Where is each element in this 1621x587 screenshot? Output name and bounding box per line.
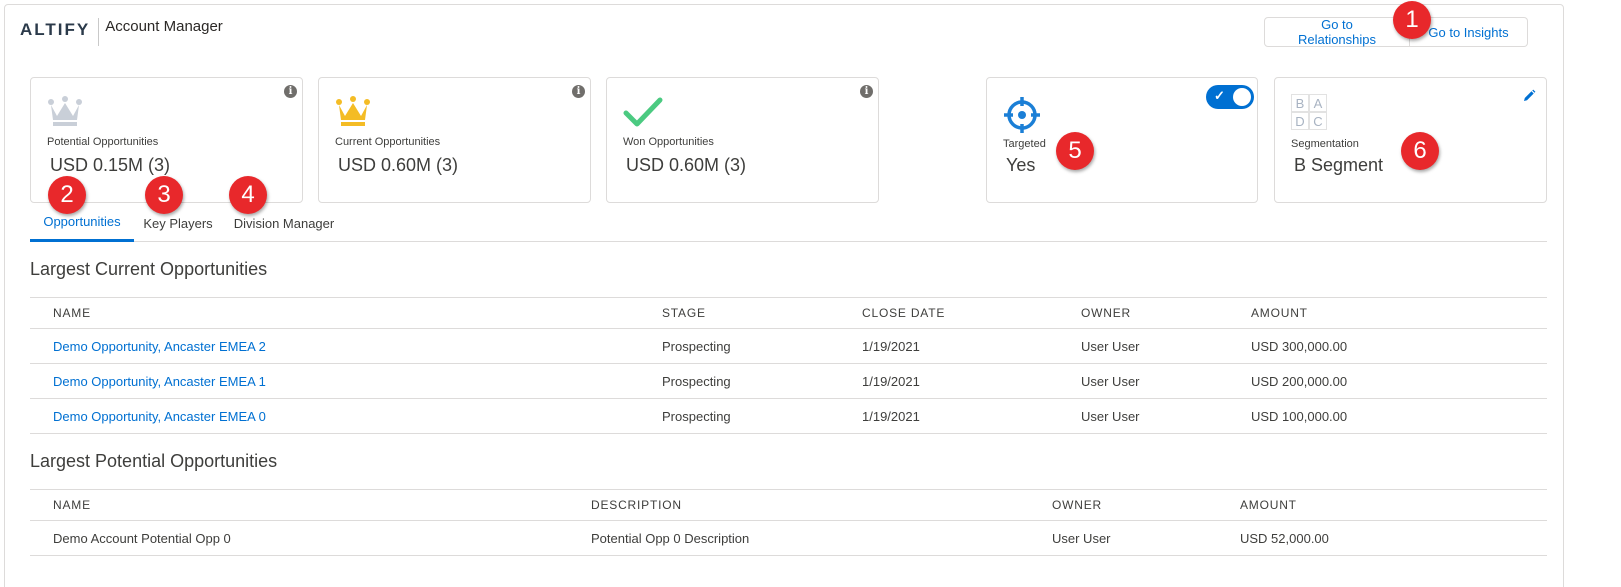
callout-marker-5: 5 [1056,132,1094,170]
owner-cell: User User [1052,530,1111,546]
table-row: Demo Opportunity, Ancaster EMEA 1 Prospe… [30,364,1547,399]
close-date-cell: 1/19/2021 [862,373,920,389]
callout-marker-4: 4 [229,176,267,214]
card-label: Won Opportunities [623,136,714,148]
card-value: USD 0.60M (3) [626,155,747,175]
owner-cell: User User [1081,408,1140,424]
column-header-description[interactable]: DESCRIPTION [591,490,682,520]
toggle-knob [1233,88,1251,106]
opportunity-link[interactable]: Demo Opportunity, Ancaster EMEA 0 [53,399,266,433]
table-header-row: NAME DESCRIPTION OWNER AMOUNT [30,489,1547,521]
close-date-cell: 1/19/2021 [862,338,920,354]
description-cell: Potential Opp 0 Description [591,530,750,546]
targeted-card: ✓ Targeted Yes [986,77,1258,203]
info-icon[interactable]: i [284,85,297,98]
opportunity-link[interactable]: Demo Opportunity, Ancaster EMEA 1 [53,364,266,398]
amount-cell: USD 300,000.00 [1251,338,1348,354]
card-label: Segmentation [1291,138,1359,150]
app-header: ALTIFY Account Manager [20,18,223,46]
opportunity-link[interactable]: Demo Opportunity, Ancaster EMEA 2 [53,329,266,363]
card-value: USD 0.60M (3) [338,155,459,175]
owner-cell: User User [1081,373,1140,389]
table-row: Demo Opportunity, Ancaster EMEA 2 Prospe… [30,329,1547,364]
crown-icon [335,96,371,131]
edit-pencil-icon[interactable] [1522,89,1536,106]
stage-cell: Prospecting [662,338,731,354]
column-header-owner[interactable]: OWNER [1052,490,1102,520]
column-header-stage[interactable]: STAGE [662,298,706,328]
table-row: Demo Account Potential Opp 0 Potential O… [30,521,1547,556]
stage-cell: Prospecting [662,373,731,389]
current-opportunities-card: i Current Opportunities USD 0.60M (3) [318,77,591,203]
column-header-amount[interactable]: AMOUNT [1240,490,1297,520]
table-header-row: NAME STAGE CLOSE DATE OWNER AMOUNT [30,297,1547,329]
card-value: B Segment [1294,155,1384,175]
target-icon [1003,96,1041,137]
column-header-owner[interactable]: OWNER [1081,298,1131,328]
owner-cell: User User [1081,338,1140,354]
close-date-cell: 1/19/2021 [862,408,920,424]
check-icon: ✓ [1214,88,1225,103]
column-header-name[interactable]: NAME [53,298,91,328]
targeted-toggle[interactable]: ✓ [1206,85,1254,109]
tab-opportunities[interactable]: Opportunities [30,204,134,242]
altify-logo: ALTIFY [20,20,91,39]
segmentation-grid-icon: B A D C [1291,94,1327,130]
info-icon[interactable]: i [860,85,873,98]
callout-marker-1: 1 [1393,1,1431,39]
card-label: Targeted [1003,138,1046,150]
column-header-amount[interactable]: AMOUNT [1251,298,1308,328]
amount-cell: USD 100,000.00 [1251,408,1348,424]
potential-opportunities-table: NAME DESCRIPTION OWNER AMOUNT Demo Accou… [30,489,1547,556]
amount-cell: USD 200,000.00 [1251,373,1348,389]
amount-cell: USD 52,000.00 [1240,530,1329,546]
app-title: Account Manager [105,18,223,35]
go-to-relationships-button[interactable]: Go to Relationships [1264,17,1410,47]
stage-cell: Prospecting [662,408,731,424]
checkmark-icon [623,96,663,131]
card-value: Yes [1006,155,1036,175]
card-label: Current Opportunities [335,136,441,148]
potential-opportunity-name: Demo Account Potential Opp 0 [53,530,231,546]
card-value: USD 0.15M (3) [50,155,171,175]
callout-marker-3: 3 [145,176,183,214]
column-header-close-date[interactable]: CLOSE DATE [862,298,945,328]
card-label: Potential Opportunities [47,136,159,148]
current-opportunities-heading: Largest Current Opportunities [30,259,268,279]
column-header-name[interactable]: NAME [53,490,91,520]
table-row: Demo Opportunity, Ancaster EMEA 0 Prospe… [30,399,1547,434]
potential-opportunities-heading: Largest Potential Opportunities [30,451,278,471]
callout-marker-6: 6 [1401,132,1439,170]
crown-icon [47,96,83,131]
current-opportunities-table: NAME STAGE CLOSE DATE OWNER AMOUNT Demo … [30,297,1547,434]
info-icon[interactable]: i [572,85,585,98]
callout-marker-2: 2 [48,176,86,214]
won-opportunities-card: i Won Opportunities USD 0.60M (3) [606,77,879,203]
header-divider [98,18,100,46]
